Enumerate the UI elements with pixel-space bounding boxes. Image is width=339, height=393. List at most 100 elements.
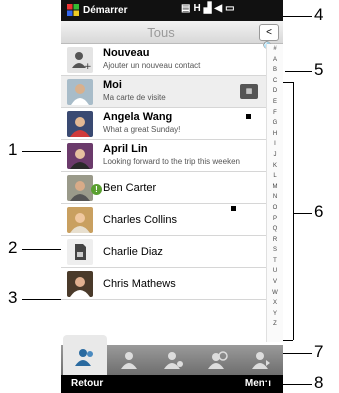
index-letter[interactable]: E bbox=[267, 97, 283, 108]
april-photo bbox=[67, 143, 93, 169]
callout-6-bracket-bottom bbox=[283, 340, 293, 341]
me-photo bbox=[67, 79, 93, 105]
contacts-screen: Démarrer ▤H▟◀▭ Tous <🔍 + Nouveau Ajouter… bbox=[61, 0, 283, 393]
callout-6-bracket-top bbox=[283, 82, 293, 83]
alphabet-index-bar[interactable]: # A B C D E F G H I J K L M N O P Q R S T U V W X Y Z bbox=[266, 44, 283, 342]
index-letter[interactable]: K bbox=[267, 161, 283, 172]
contact-name: Nouveau bbox=[103, 47, 150, 59]
list-item[interactable]: Charlie Diaz bbox=[61, 236, 266, 268]
index-letter[interactable]: C bbox=[267, 76, 283, 87]
index-letter[interactable]: U bbox=[267, 266, 283, 277]
chris-photo bbox=[67, 271, 93, 297]
index-letter[interactable]: F bbox=[267, 108, 283, 119]
tab-history[interactable] bbox=[195, 345, 239, 375]
index-letter[interactable]: T bbox=[267, 256, 283, 267]
index-letter[interactable]: O bbox=[267, 203, 283, 214]
list-item[interactable]: Moi Ma carte de visite ▦ bbox=[61, 76, 266, 108]
signal-icon: ▟ bbox=[203, 3, 215, 14]
contact-list: + Nouveau Ajouter un nouveau contact Moi… bbox=[61, 44, 266, 300]
index-letter[interactable]: J bbox=[267, 150, 283, 161]
index-letter[interactable]: D bbox=[267, 86, 283, 97]
softkey-bar: Retour Menu bbox=[61, 375, 283, 393]
list-item[interactable]: + Nouveau Ajouter un nouveau contact bbox=[61, 44, 266, 76]
charles-photo bbox=[67, 207, 93, 233]
callout-8: 8 bbox=[314, 373, 324, 392]
sim-card-icon bbox=[67, 239, 93, 265]
favorite-contacts-icon bbox=[121, 352, 137, 369]
status-icons: ▤H▟◀▭ bbox=[181, 3, 238, 14]
index-letter[interactable]: V bbox=[267, 277, 283, 288]
notification-badge: ! bbox=[91, 184, 102, 195]
callout-5-line bbox=[285, 71, 312, 72]
callout-6: 6 bbox=[314, 202, 324, 221]
callout-6-bracket bbox=[293, 82, 294, 340]
contacts-icon bbox=[75, 349, 93, 366]
tab-favorites[interactable] bbox=[107, 345, 151, 375]
title-bar: Tous <🔍 bbox=[61, 21, 283, 53]
index-letter[interactable]: W bbox=[267, 288, 283, 299]
contact-name: Charles Collins bbox=[103, 214, 177, 226]
page-title: Tous bbox=[147, 25, 175, 40]
business-card-icon[interactable]: ▦ bbox=[240, 84, 258, 99]
tab-bar bbox=[61, 335, 283, 375]
history-icon bbox=[208, 351, 228, 369]
contact-name: Moi bbox=[103, 79, 122, 91]
callout-3: 3 bbox=[8, 288, 18, 307]
callout-dot bbox=[246, 114, 251, 119]
callout-dot bbox=[264, 382, 269, 387]
volume-icon: ◀ bbox=[214, 3, 226, 14]
list-item[interactable]: April Lin Looking forward to the trip th… bbox=[61, 140, 266, 172]
svg-text:+: + bbox=[84, 62, 92, 72]
callout-2: 2 bbox=[8, 238, 18, 257]
list-item[interactable]: ! Ben Carter bbox=[61, 172, 266, 204]
angela-photo bbox=[67, 111, 93, 137]
tab-updates[interactable] bbox=[239, 345, 283, 375]
contact-status: What a great Sunday! bbox=[103, 125, 181, 134]
index-letter[interactable]: M bbox=[267, 182, 283, 193]
callout-7: 7 bbox=[314, 342, 324, 361]
windows-flag-icon[interactable] bbox=[67, 4, 79, 16]
contact-name: Ben Carter bbox=[103, 182, 157, 194]
index-letter[interactable]: R bbox=[267, 235, 283, 246]
status-bar: Démarrer ▤H▟◀▭ bbox=[61, 0, 283, 21]
group-icon bbox=[164, 352, 183, 369]
tab-groups[interactable] bbox=[151, 345, 195, 375]
updates-icon bbox=[252, 352, 270, 369]
battery-icon: ▭ bbox=[225, 3, 238, 14]
tab-all-contacts[interactable] bbox=[63, 335, 107, 375]
index-letter[interactable]: Q bbox=[267, 224, 283, 235]
index-letter[interactable]: Y bbox=[267, 309, 283, 320]
list-item[interactable]: Chris Mathews bbox=[61, 268, 266, 300]
index-letter[interactable]: L bbox=[267, 171, 283, 182]
message-icon: ▤ bbox=[181, 3, 194, 14]
callout-dot bbox=[231, 206, 236, 211]
search-icon[interactable]: <🔍 bbox=[259, 24, 279, 53]
index-letter[interactable]: A bbox=[267, 55, 283, 66]
contact-status: Ma carte de visite bbox=[103, 93, 166, 102]
list-item[interactable]: Angela Wang What a great Sunday! bbox=[61, 108, 266, 140]
index-letter[interactable]: Z bbox=[267, 319, 283, 330]
index-letter[interactable]: # bbox=[267, 44, 283, 55]
index-letter[interactable]: P bbox=[267, 214, 283, 225]
back-softkey[interactable]: Retour bbox=[71, 378, 103, 389]
h-network-icon: H bbox=[193, 3, 204, 14]
index-letter[interactable]: S bbox=[267, 245, 283, 256]
callout-5: 5 bbox=[314, 60, 324, 79]
contact-name: April Lin bbox=[103, 143, 148, 155]
contact-name: Angela Wang bbox=[103, 111, 173, 123]
ben-photo bbox=[67, 175, 93, 201]
callout-1: 1 bbox=[8, 140, 18, 159]
index-letter[interactable]: H bbox=[267, 129, 283, 140]
callout-6-line bbox=[293, 213, 312, 214]
contact-status: Looking forward to the trip this weeken bbox=[103, 157, 240, 166]
index-letter[interactable]: X bbox=[267, 298, 283, 309]
index-letter[interactable]: N bbox=[267, 192, 283, 203]
index-letter[interactable]: I bbox=[267, 139, 283, 150]
add-contact-icon: + bbox=[67, 47, 93, 73]
contact-status: Ajouter un nouveau contact bbox=[103, 61, 201, 70]
start-label[interactable]: Démarrer bbox=[83, 5, 127, 16]
contact-name: Charlie Diaz bbox=[103, 246, 163, 258]
index-letter[interactable]: G bbox=[267, 118, 283, 129]
index-letter[interactable]: B bbox=[267, 65, 283, 76]
contact-name: Chris Mathews bbox=[103, 278, 176, 290]
